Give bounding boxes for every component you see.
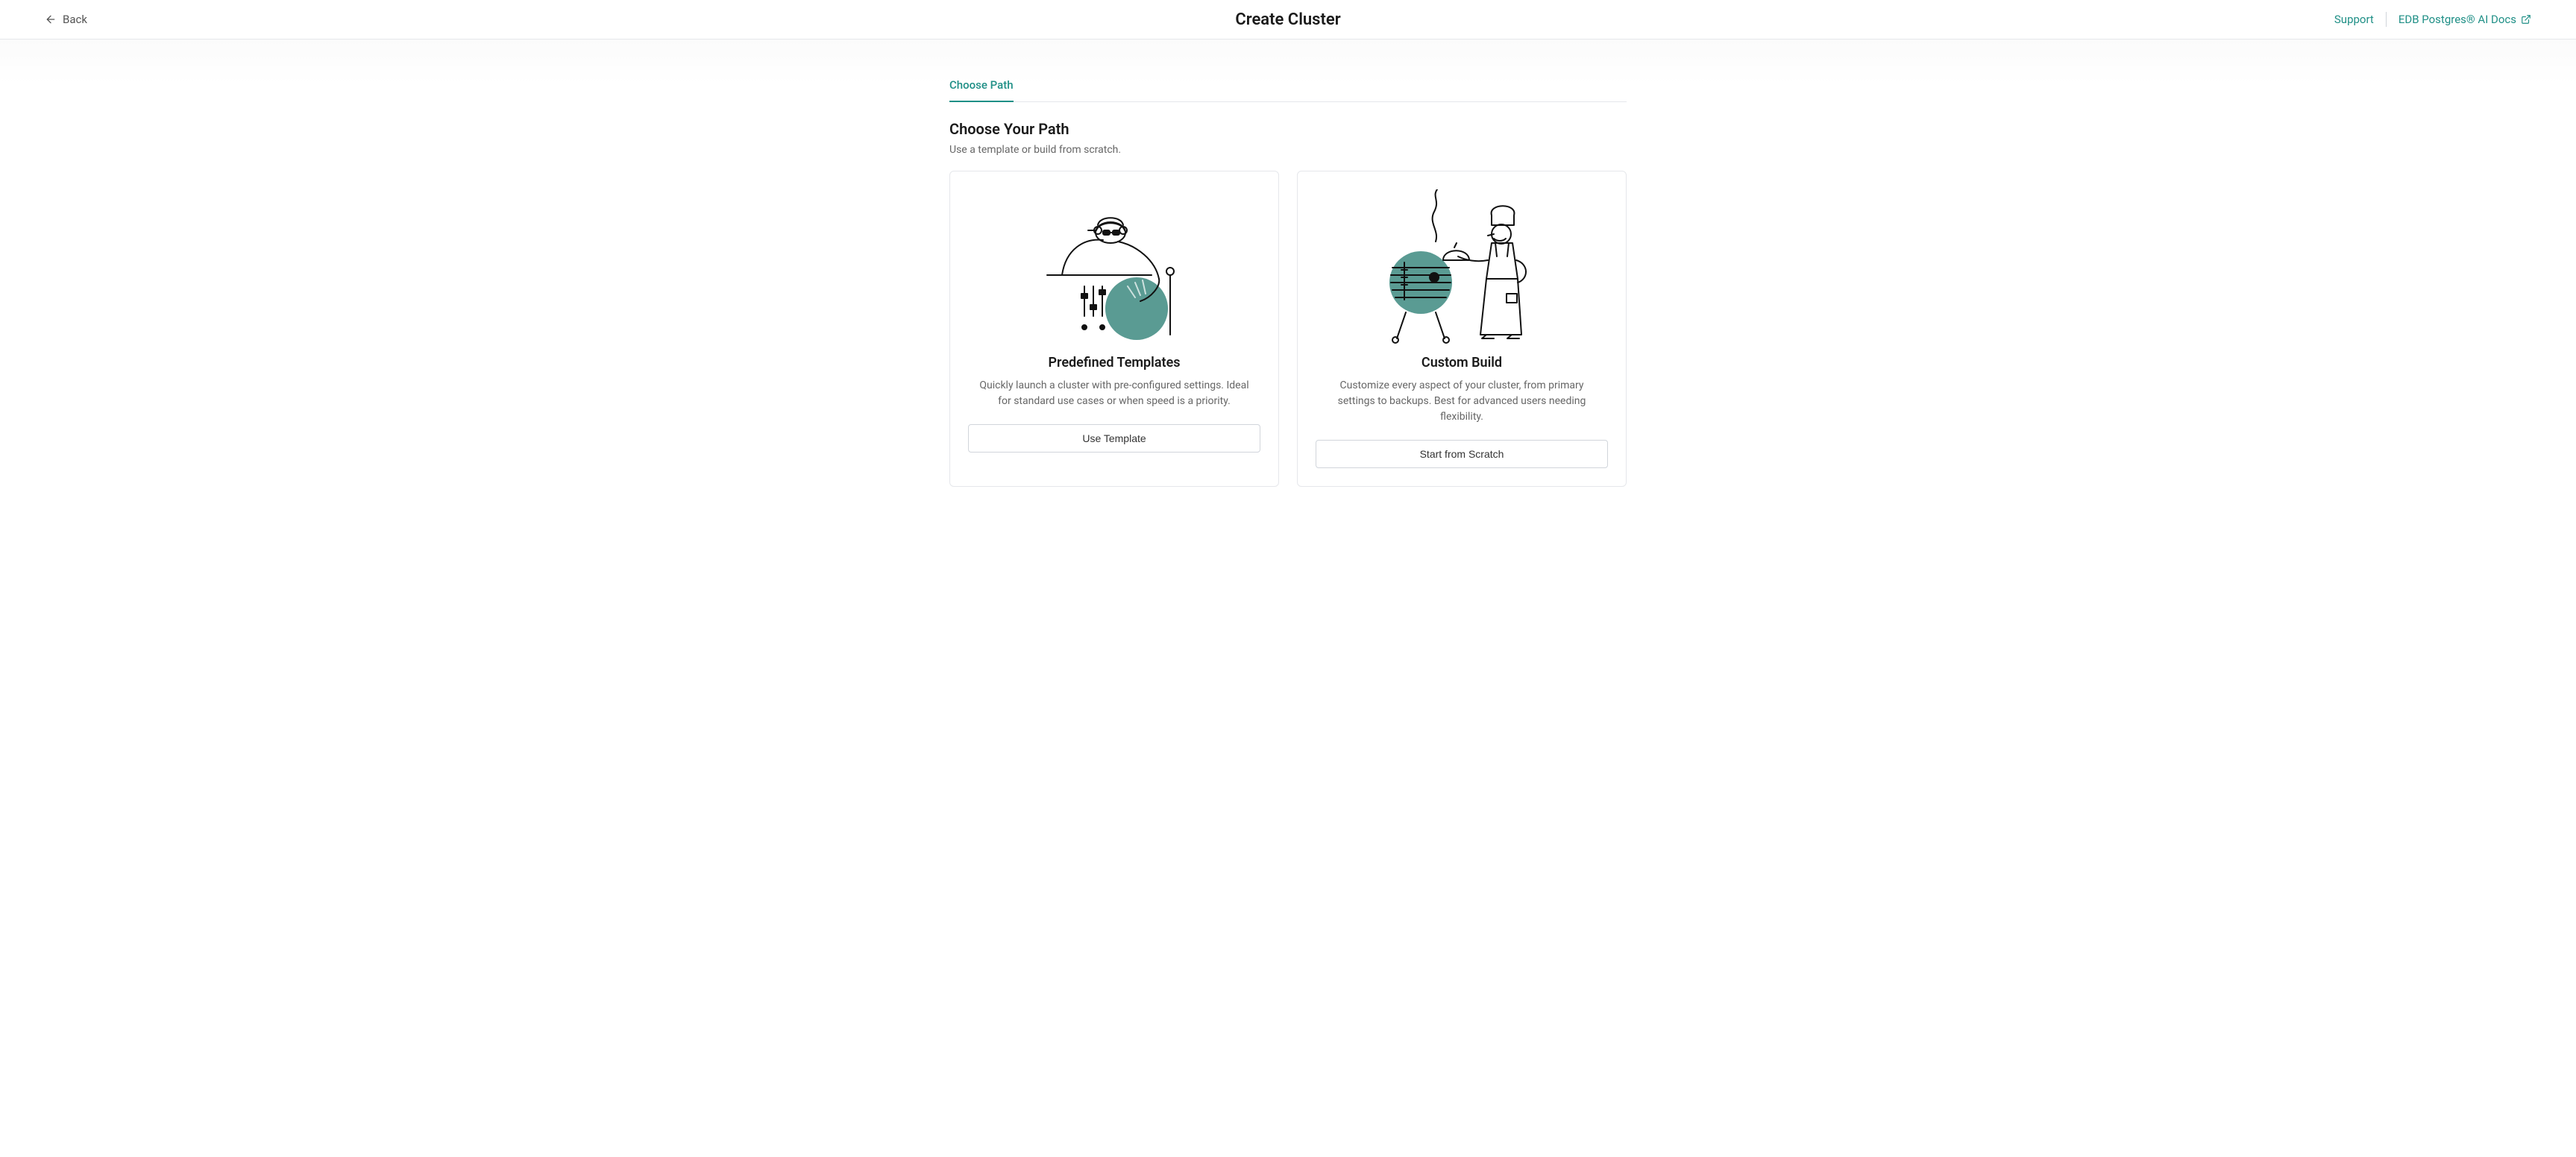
support-link[interactable]: Support [2334, 13, 2374, 26]
docs-label: EDB Postgres® AI Docs [2398, 13, 2516, 26]
section-heading: Choose Your Path [949, 120, 1627, 138]
external-link-icon [2521, 14, 2531, 25]
section-subheading: Use a template or build from scratch. [949, 144, 1627, 156]
card-title-custom: Custom Build [1421, 355, 1502, 371]
path-cards: Predefined Templates Quickly launch a cl… [949, 171, 1627, 487]
card-title-templates: Predefined Templates [1048, 355, 1180, 371]
back-button[interactable]: Back [45, 13, 87, 26]
docs-link[interactable]: EDB Postgres® AI Docs [2398, 13, 2531, 26]
card-desc-custom: Customize every aspect of your cluster, … [1316, 378, 1608, 425]
illustration-custom [1316, 189, 1608, 346]
support-label: Support [2334, 13, 2374, 26]
divider [2386, 12, 2387, 27]
arrow-left-icon [45, 13, 57, 25]
illustration-templates [968, 189, 1260, 346]
content-area: Choose Path Choose Your Path Use a templ… [0, 40, 2576, 1152]
tabs: Choose Path [949, 69, 1627, 102]
page-header: Back Create Cluster Support EDB Postgres… [0, 0, 2576, 40]
page-title: Create Cluster [1235, 10, 1340, 29]
start-from-scratch-button[interactable]: Start from Scratch [1316, 440, 1608, 468]
tab-choose-path[interactable]: Choose Path [949, 69, 1014, 102]
header-links: Support EDB Postgres® AI Docs [2334, 12, 2531, 27]
card-custom-build: Custom Build Customize every aspect of y… [1297, 171, 1627, 487]
card-predefined-templates: Predefined Templates Quickly launch a cl… [949, 171, 1279, 487]
use-template-button[interactable]: Use Template [968, 424, 1260, 453]
card-desc-templates: Quickly launch a cluster with pre-config… [968, 378, 1260, 409]
back-label: Back [63, 13, 87, 26]
